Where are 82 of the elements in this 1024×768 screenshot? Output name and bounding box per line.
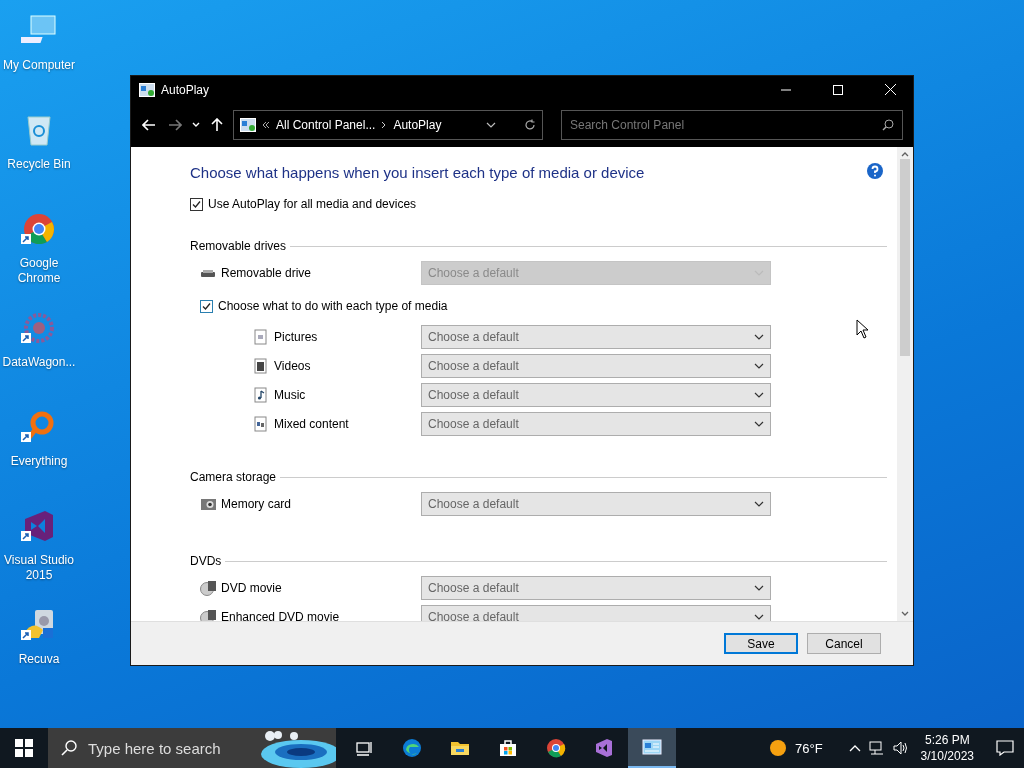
default-dropdown[interactable]: Choose a default (421, 324, 771, 349)
datawagon-icon[interactable] (21, 311, 57, 345)
caret-icon (754, 613, 764, 620)
music-file-icon (252, 386, 268, 403)
close-icon (884, 84, 896, 95)
device-label: Videos (274, 358, 311, 373)
forward-arrow-icon (168, 119, 182, 131)
default-dropdown[interactable]: Choose a default (421, 604, 771, 621)
caret-icon (486, 122, 496, 128)
device-label: Enhanced DVD movie (221, 609, 340, 621)
desktop-icon-label[interactable]: Google Chrome (0, 256, 78, 286)
device-label: Memory card (221, 496, 291, 511)
search-field[interactable]: Search Control Panel (561, 110, 903, 140)
mouse-cursor (856, 319, 870, 339)
caret-icon (754, 333, 764, 340)
refresh-icon[interactable] (524, 119, 536, 131)
desktop-icon-label[interactable]: My Computer (0, 58, 78, 73)
checkbox[interactable] (190, 197, 203, 211)
caret-icon (754, 584, 764, 591)
section-heading: DVDs (190, 554, 222, 568)
default-dropdown[interactable]: Choose a default (421, 382, 771, 407)
search-icon (882, 119, 894, 131)
scroll-down-icon[interactable] (901, 611, 909, 617)
temperature[interactable]: 76°F (795, 740, 823, 756)
search-icon (61, 740, 77, 756)
minimize-icon (781, 88, 791, 91)
breadcrumb[interactable]: All Control Panel... (276, 118, 376, 132)
desktop-icon-label[interactable]: Visual Studio 2015 (0, 553, 78, 583)
mixed-file-icon (252, 415, 268, 432)
page-heading: Choose what happens when you insert each type of media or device (190, 164, 645, 181)
checkbox-label: Use AutoPlay for all media and devices (208, 197, 417, 211)
breadcrumb[interactable]: AutoPlay (393, 118, 442, 132)
default-dropdown[interactable]: Choose a default (421, 353, 771, 378)
up-arrow-icon (211, 118, 223, 132)
caret-icon (754, 362, 764, 369)
save-button[interactable]: Save (724, 633, 798, 654)
default-dropdown[interactable]: Choose a default (421, 491, 771, 516)
controlpanel-taskbar-icon[interactable] (628, 728, 676, 768)
disc-icon (200, 579, 216, 596)
speaker-icon[interactable] (892, 741, 909, 755)
scroll-up-icon[interactable] (901, 151, 909, 157)
device-label: DVD movie (221, 580, 282, 595)
address-bar[interactable]: All Control Panel... AutoPlay (233, 110, 543, 140)
window-title: AutoPlay (161, 82, 211, 97)
caret-icon (192, 122, 200, 128)
device-label: Mixed content (274, 416, 349, 431)
chevron-right-icon[interactable] (381, 121, 388, 129)
caret-icon (754, 500, 764, 507)
search-input[interactable]: Type here to search (88, 736, 238, 760)
device-label: Music (274, 387, 306, 402)
control-panel-icon (139, 82, 155, 97)
double-chevron-icon[interactable] (262, 121, 270, 129)
checkbox[interactable] (200, 299, 213, 313)
network-icon[interactable] (868, 741, 885, 755)
desktop-icon-label[interactable]: Recycle Bin (0, 157, 78, 172)
help-icon[interactable] (867, 163, 883, 179)
section-heading: Removable drives (190, 239, 287, 253)
clock-date[interactable]: 3/10/2023 (920, 748, 974, 764)
back-arrow-icon (142, 119, 156, 131)
sun-icon (769, 739, 787, 757)
checkbox-label: Choose what to do with each type of media (218, 299, 448, 313)
desktop-icon-label[interactable]: Recuva (0, 652, 78, 667)
section-heading: Camera storage (190, 470, 277, 484)
caret-icon (754, 420, 764, 427)
default-dropdown[interactable]: Choose a default (421, 411, 771, 436)
default-dropdown[interactable]: Choose a default (421, 575, 771, 600)
desktop-icon-label[interactable]: DataWagon... (0, 355, 78, 370)
video-file-icon (252, 357, 268, 374)
chrome-icon[interactable] (21, 212, 57, 246)
picture-file-icon (252, 328, 268, 345)
clock-time[interactable]: 5:26 PM (924, 732, 970, 748)
desktop-icon-label[interactable]: Everything (0, 454, 78, 469)
windows-logo-icon (15, 739, 33, 757)
caret-icon (754, 391, 764, 398)
maximize-icon (833, 84, 843, 95)
cancel-button[interactable]: Cancel (807, 633, 881, 654)
device-label: Pictures (274, 329, 318, 344)
notification-icon[interactable] (996, 740, 1014, 756)
control-panel-icon (240, 118, 256, 132)
taskbar-search-field[interactable]: Type here to search (48, 728, 336, 768)
device-label: Removable drive (221, 265, 312, 280)
chevron-up-icon[interactable] (848, 744, 861, 752)
